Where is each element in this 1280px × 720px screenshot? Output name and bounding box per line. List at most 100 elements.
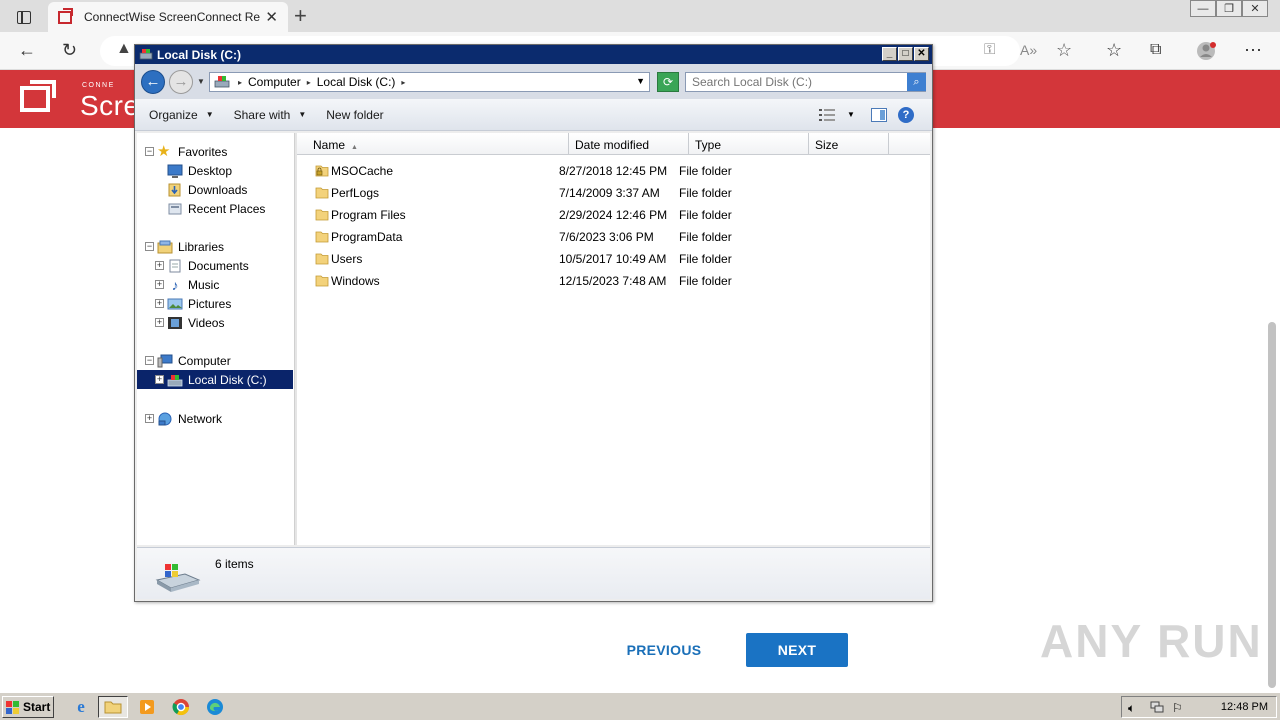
explorer-refresh-button[interactable]: ⟳	[657, 72, 679, 92]
column-type[interactable]: Type	[689, 133, 809, 155]
page-scrollbar[interactable]	[1268, 322, 1276, 688]
back-arrow-icon[interactable]: ←	[18, 40, 36, 60]
explorer-address-bar[interactable]: ▸ Computer ▸ Local Disk (C:) ▸ ▼	[209, 72, 650, 92]
recent-pages-dropdown-icon[interactable]: ▼	[197, 77, 205, 86]
close-window-button[interactable]: ✕	[1242, 0, 1268, 17]
restore-button[interactable]: ❐	[1216, 0, 1242, 17]
file-row[interactable]: Windows 12/15/2023 7:48 AM File folder	[307, 271, 927, 291]
system-tray: 🔈︎ ⚐ 12:48 PM	[1121, 696, 1277, 718]
volume-icon[interactable]: 🔈︎	[1128, 701, 1142, 715]
taskbar-clock[interactable]: 12:48 PM	[1221, 701, 1268, 713]
internet-explorer-taskbar-button[interactable]: e	[66, 696, 96, 718]
edge-taskbar-button[interactable]	[200, 696, 230, 718]
expand-local-disk-icon[interactable]: +	[155, 375, 164, 384]
explorer-forward-button[interactable]: →	[169, 70, 193, 94]
windows-flag-icon	[6, 700, 19, 714]
new-tab-button[interactable]: +	[294, 3, 307, 29]
network-status-icon[interactable]	[1150, 701, 1164, 714]
collapse-computer-icon[interactable]: −	[145, 356, 154, 365]
file-row[interactable]: Program Files 2/29/2024 12:46 PM File fold…	[307, 205, 927, 225]
expand-network-icon[interactable]: +	[145, 414, 154, 423]
favorites-icon[interactable]: ☆	[1106, 40, 1122, 60]
explorer-minimize-button[interactable]: _	[882, 47, 897, 61]
preview-pane-icon[interactable]	[871, 108, 887, 122]
expand-documents-icon[interactable]: +	[155, 261, 164, 270]
tab-close-icon[interactable]: ✕	[265, 8, 278, 26]
nav-desktop[interactable]: Desktop	[167, 161, 232, 180]
address-dropdown-icon[interactable]: ▼	[636, 76, 645, 86]
breadcrumb-arrow-icon[interactable]: ▸	[307, 78, 311, 87]
nav-downloads[interactable]: Downloads	[167, 180, 247, 199]
action-center-flag-icon[interactable]: ⚐	[1172, 701, 1186, 715]
explorer-taskbar-button[interactable]	[98, 696, 128, 718]
more-options-icon[interactable]: ⋯	[1244, 40, 1262, 60]
file-list-pane: Name ▲ Date modified Type Size MSOCache 8/…	[297, 133, 930, 545]
file-row[interactable]: Users 10/5/2017 10:49 AM File folder	[307, 249, 927, 269]
file-row[interactable]: ProgramData 7/6/2023 3:06 PM File folder	[307, 227, 927, 247]
read-aloud-icon[interactable]: A»	[1020, 40, 1037, 60]
breadcrumb-arrow-icon[interactable]: ▸	[401, 78, 405, 87]
collections-icon[interactable]: ⧉	[1150, 40, 1161, 60]
nav-desktop-label: Desktop	[188, 163, 233, 178]
collapse-libraries-icon[interactable]: −	[145, 242, 154, 251]
not-secure-warning-icon[interactable]: ▲	[116, 40, 132, 58]
key-icon[interactable]: ⚿	[984, 40, 995, 60]
nav-recent-places[interactable]: Recent Places	[167, 199, 265, 218]
file-row[interactable]: MSOCache 8/27/2018 12:45 PM File folder	[307, 161, 927, 181]
expand-videos-icon[interactable]: +	[155, 318, 164, 327]
view-options-dropdown-icon[interactable]: ▼	[847, 110, 855, 119]
change-view-icon[interactable]	[819, 109, 835, 121]
expand-pictures-icon[interactable]: +	[155, 299, 164, 308]
share-with-label: Share with	[233, 107, 291, 122]
previous-button[interactable]: PREVIOUS	[610, 634, 718, 666]
minimize-button[interactable]: —	[1190, 0, 1216, 17]
nav-local-disk-label: Local Disk (C:)	[188, 372, 267, 387]
nav-favorites-label: Favorites	[178, 144, 228, 159]
breadcrumb-arrow-icon[interactable]: ▸	[238, 78, 242, 87]
chevron-down-icon: ▼	[298, 110, 307, 119]
refresh-icon[interactable]: ↻	[62, 40, 77, 60]
file-date-modified: 10/5/2017 10:49 AM	[559, 252, 667, 266]
media-player-taskbar-button[interactable]	[132, 696, 162, 718]
explorer-title-bar[interactable]: Local Disk (C:) _ □ ✕	[135, 45, 932, 64]
start-button[interactable]: Start	[2, 696, 54, 718]
nav-favorites[interactable]: ★ Favorites	[157, 142, 227, 161]
breadcrumb-local-disk[interactable]: Local Disk (C:)	[317, 75, 396, 89]
videos-icon	[168, 316, 182, 329]
explorer-maximize-button[interactable]: □	[898, 47, 913, 61]
file-type: File folder	[679, 208, 732, 222]
sort-ascending-icon: ▲	[351, 144, 358, 151]
profile-avatar-icon[interactable]	[1196, 40, 1218, 66]
column-size[interactable]: Size	[809, 133, 889, 155]
nav-music[interactable]: ♪ Music	[167, 275, 220, 294]
explorer-window: Local Disk (C:) _ □ ✕ ← → ▼ ▸ Computer ▸…	[134, 44, 933, 602]
nav-computer[interactable]: Computer	[157, 351, 231, 370]
column-name[interactable]: Name ▲	[297, 133, 569, 155]
nav-pictures[interactable]: Pictures	[167, 294, 231, 313]
search-icon[interactable]: ⌕	[907, 73, 926, 91]
folder-icon	[315, 231, 329, 243]
explorer-close-button[interactable]: ✕	[914, 47, 929, 61]
column-date-modified[interactable]: Date modified	[569, 133, 689, 155]
file-name: MSOCache	[331, 164, 394, 178]
next-button[interactable]: NEXT	[746, 633, 848, 667]
file-row[interactable]: PerfLogs 7/14/2009 3:37 AM File folder	[307, 183, 927, 203]
nav-network[interactable]: Network	[157, 409, 222, 428]
folder-icon	[315, 253, 329, 265]
explorer-search-input[interactable]	[685, 72, 926, 92]
explorer-back-button[interactable]: ←	[141, 70, 165, 94]
chrome-taskbar-button[interactable]	[166, 696, 196, 718]
nav-documents[interactable]: Documents	[167, 256, 249, 275]
collapse-favorites-icon[interactable]: −	[145, 147, 154, 156]
new-folder-button[interactable]: New folder	[326, 108, 383, 122]
organize-button[interactable]: Organize ▼	[149, 108, 214, 122]
browser-tab[interactable]: ConnectWise ScreenConnect Ren ✕	[48, 2, 288, 32]
tab-actions-button[interactable]	[10, 6, 38, 28]
help-icon[interactable]: ?	[898, 107, 914, 123]
nav-videos[interactable]: Videos	[167, 313, 224, 332]
nav-libraries[interactable]: Libraries	[157, 237, 224, 256]
add-favorite-icon[interactable]: ☆	[1056, 40, 1072, 60]
share-with-button[interactable]: Share with ▼	[234, 108, 307, 122]
expand-music-icon[interactable]: +	[155, 280, 164, 289]
breadcrumb-computer[interactable]: Computer	[248, 75, 301, 89]
